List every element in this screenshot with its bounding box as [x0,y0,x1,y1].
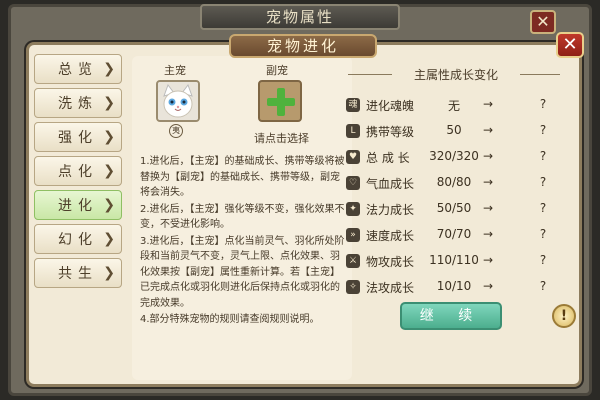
stat-value: 320/320 [429,149,479,163]
sub-pet-label: 副宠 [266,64,288,77]
magic-icon: ✦ [346,202,360,216]
stats-area: 主属性成长变化 魂 进化魂魄 无 → ? L 携带等级 50 → ? ♥ 总 成… [340,62,572,382]
stat-new-value: ? [539,149,547,163]
stat-new-value: ? [539,201,547,215]
stat-value: 80/80 [436,175,472,189]
stat-new-value: ? [539,279,547,293]
panel-close-button[interactable]: ✕ [556,32,584,58]
stat-value: 10/10 [436,279,472,293]
stat-row: ✦ 法力成长 50/50 → ? [346,200,566,220]
select-hint: 请点击选择 [254,132,309,145]
stat-name: 法攻成长 [366,281,415,295]
stat-value: 无 [447,99,460,113]
stat-new-value: ? [539,253,547,267]
arrow-icon: → [482,123,494,137]
nav-item-label: 洗炼 [58,96,98,112]
arrow-icon: → [482,175,494,189]
stat-row: ⚔ 物攻成长 110/110 → ? [346,252,566,272]
nav-item-enlighten[interactable]: 点化 ❯ [34,156,122,186]
background-window-title: 宠物属性 [200,4,400,30]
rule-text: 3.进化后，【主宠】点化当前灵气、羽化所处阶段和当前灵气不变，灵气上限、点化效果… [140,235,345,309]
rule-text: 4.部分特殊宠物的规则请查阅规则说明。 [140,314,320,325]
header-divider [520,74,560,75]
stat-new-value: ? [539,227,547,241]
nav-item-overview[interactable]: 总览 ❯ [34,54,122,84]
chevron-right-icon: ❯ [103,95,115,111]
stat-name: 速度成长 [366,229,415,243]
nav-item-label: 幻化 [58,232,98,248]
arrow-icon: → [482,253,494,267]
nav-item-evolve[interactable]: 进化 ❯ [34,190,122,220]
speed-icon: » [346,228,360,242]
stat-name: 携带等级 [366,125,415,139]
arrow-icon: → [482,227,494,241]
stat-new-value: ? [539,123,547,137]
level-icon: L [346,124,360,138]
spell-icon: ✧ [346,280,360,294]
side-nav: 总览 ❯ 洗炼 ❯ 强化 ❯ 点化 ❯ 进化 ❯ 幻化 ❯ 共生 ❯ [34,54,126,292]
stat-value: 50/50 [436,201,472,215]
stat-value: 110/110 [429,253,479,267]
soul-icon: 魂 [346,98,360,112]
growth-icon: ♥ [346,150,360,164]
chevron-right-icon: ❯ [103,163,115,179]
sub-pet-add-slot[interactable] [258,80,302,122]
stats-header-text: 主属性成长变化 [413,68,498,82]
arrow-icon: → [482,149,494,163]
stat-row: ♡ 气血成长 80/80 → ? [346,174,566,194]
nav-item-label: 总览 [58,62,98,78]
arrow-icon: → [482,279,494,293]
chevron-right-icon: ❯ [103,61,115,77]
stats-header: 主属性成长变化 [340,66,564,84]
nav-item-label: 点化 [58,164,98,180]
stat-name: 进化魂魄 [366,99,415,113]
stat-row: L 携带等级 50 → ? [346,122,566,142]
arrow-icon: → [482,97,494,111]
owner-mark-icon: 夷 [169,124,183,138]
chevron-right-icon: ❯ [103,265,115,281]
main-pet-label: 主宠 [164,64,186,77]
stat-value: 50 [446,123,462,137]
panel-title: 宠物进化 [229,34,377,58]
nav-item-label: 共生 [58,266,98,282]
header-divider [348,74,392,75]
stat-row: ✧ 法攻成长 10/10 → ? [346,278,566,298]
heart-icon: ♡ [346,176,360,190]
nav-item-label: 进化 [58,198,98,214]
nav-item-transform[interactable]: 幻化 ❯ [34,224,122,254]
stat-name: 气血成长 [366,177,415,191]
stat-name: 物攻成长 [366,255,415,269]
nav-item-strengthen[interactable]: 强化 ❯ [34,122,122,152]
stat-row: » 速度成长 70/70 → ? [346,226,566,246]
chevron-right-icon: ❯ [103,231,115,247]
stat-name: 法力成长 [366,203,415,217]
stat-new-value: ? [539,175,547,189]
rule-text: 1.进化后，【主宠】的基础成长、携带等级将被替换为【副宠】的基础成长、携带等级，… [140,156,345,198]
evolution-slots-area: 主宠 副宠 夷 请点击选择 1.进化后，【主宠】的基础成长、携带等级将被替换为【… [132,56,352,380]
evolution-rules: 1.进化后，【主宠】的基础成长、携带等级将被替换为【副宠】的基础成长、携带等级，… [140,154,346,329]
nav-item-symbiosis[interactable]: 共生 ❯ [34,258,122,288]
continue-button[interactable]: 继 续 [400,302,502,330]
stat-row: ♥ 总 成 长 320/320 → ? [346,148,566,168]
stat-new-value: ? [539,97,547,111]
stat-row: 魂 进化魂魄 无 → ? [346,96,566,116]
help-icon[interactable]: ! [552,304,576,328]
main-pet-slot[interactable] [156,80,200,122]
nav-item-label: 强化 [58,130,98,146]
stat-name: 总 成 长 [366,151,410,165]
arrow-icon: → [482,201,494,215]
chevron-right-icon: ❯ [103,197,115,213]
rule-text: 2.进化后，【主宠】强化等级不变，强化效果不变，不受进化影响。 [140,203,345,231]
cat-pet-icon [158,82,198,120]
attack-icon: ⚔ [346,254,360,268]
nav-item-refine[interactable]: 洗炼 ❯ [34,88,122,118]
stat-value: 70/70 [436,227,472,241]
chevron-right-icon: ❯ [103,129,115,145]
background-close-button[interactable]: ✕ [530,10,556,34]
